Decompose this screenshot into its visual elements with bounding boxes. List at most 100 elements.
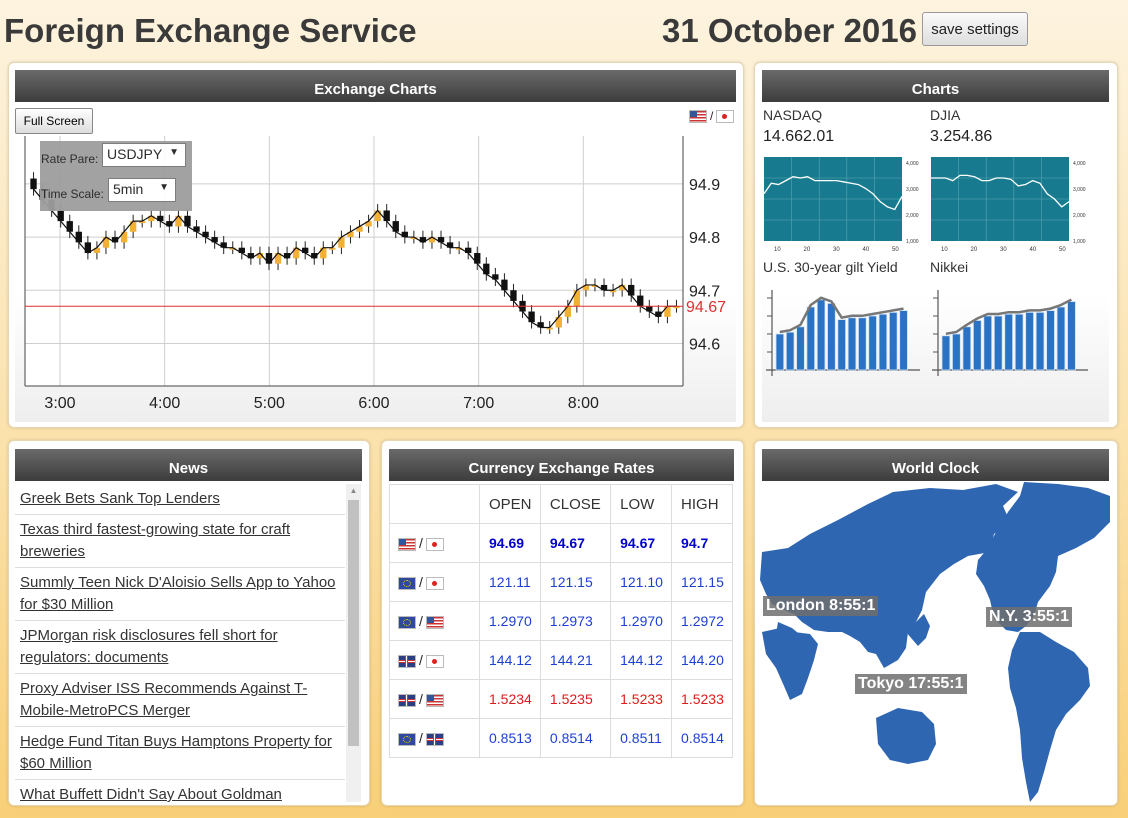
rate-high: 1.5233 — [671, 679, 733, 719]
rates-header-row: OPEN CLOSE LOW HIGH — [389, 484, 733, 524]
flag-us-icon — [398, 537, 416, 551]
news-link[interactable]: JPMorgan risk disclosures fell short for… — [20, 627, 278, 666]
rate-low: 94.67 — [610, 523, 673, 563]
nikkei-label: Nikkei — [930, 259, 969, 275]
rates-header-high: HIGH — [671, 484, 733, 524]
rate-pair-select[interactable]: USDJPY ▼ — [102, 143, 186, 167]
currency-pair: / — [389, 640, 480, 680]
news-scrollbar[interactable]: ▲ — [346, 484, 361, 802]
mini-bar — [858, 317, 867, 371]
rates-header-open: OPEN — [479, 484, 541, 524]
flag-jp-icon — [716, 110, 735, 124]
news-item: Summly Teen Nick D'Aloisio Sells App to … — [15, 568, 345, 621]
flag-eu-icon — [398, 732, 416, 746]
rate-high: 1.2972 — [671, 601, 733, 641]
candle-body — [628, 284, 635, 296]
rates-row: /144.12 144.21 144.12 144.20 — [389, 640, 733, 680]
news-item: Proxy Adviser ISS Recommends Against T-M… — [15, 674, 345, 727]
current-date: 31 October 2016 — [662, 12, 917, 49]
rates-table: OPEN CLOSE LOW HIGH /94.69 94.67 94.67 94.7… — [389, 484, 733, 758]
gilt-yield-chart — [766, 290, 920, 376]
news-item: JPMorgan risk disclosures fell short for… — [15, 621, 345, 674]
mini-bar — [1025, 312, 1034, 371]
rate-low: 121.10 — [610, 562, 673, 602]
rate-low: 1.2970 — [610, 601, 673, 641]
flag-us-icon — [425, 693, 444, 707]
rate-open: 121.11 — [479, 562, 541, 602]
news-link[interactable]: Proxy Adviser ISS Recommends Against T-M… — [20, 680, 307, 719]
currency-pair: / — [389, 523, 480, 563]
rate-low: 144.12 — [610, 640, 673, 680]
news-link[interactable]: What Buffett Didn't Say About Goldman — [20, 786, 282, 802]
scroll-up-arrow-icon[interactable]: ▲ — [346, 484, 361, 498]
candle-body — [528, 311, 535, 323]
news-link[interactable]: Hedge Fund Titan Buys Hamptons Property … — [20, 733, 332, 772]
rate-low: 0.8511 — [610, 718, 673, 758]
chart-controls: Rate Pare: USDJPY ▼ Time Scale: 5min ▼ — [40, 141, 192, 211]
djia-value: 3.254.86 — [930, 128, 993, 145]
mini-y-tick: 1,000 — [1073, 239, 1086, 245]
time-scale-select[interactable]: 5min ▼ — [108, 178, 176, 202]
flag-gb-icon — [425, 732, 444, 746]
mini-bar — [816, 299, 826, 371]
mini-bar — [899, 310, 908, 371]
mini-bar — [1046, 310, 1055, 371]
chevron-down-icon: ▼ — [169, 147, 179, 158]
time-scale-label: Time Scale: — [41, 187, 104, 201]
news-link[interactable]: Texas third fastest-growing state for cr… — [20, 521, 290, 560]
mini-y-tick: 4,000 — [1073, 161, 1086, 167]
mini-bar — [1056, 306, 1066, 371]
news-scroll-thumb[interactable] — [348, 500, 359, 746]
x-tick-label: 7:00 — [463, 395, 494, 412]
current-price-label: 94.67 — [686, 299, 726, 316]
mini-x-tick: 40 — [863, 247, 870, 253]
candle-body — [555, 316, 562, 328]
rate-open: 94.69 — [479, 523, 541, 563]
world-map — [760, 482, 1110, 802]
candle-body — [383, 210, 390, 222]
mini-y-tick: 2,000 — [906, 213, 919, 219]
x-tick-label: 6:00 — [358, 395, 389, 412]
news-item: Texas third fastest-growing state for cr… — [15, 515, 345, 568]
mini-bar — [868, 315, 877, 371]
rate-open: 1.2970 — [479, 601, 541, 641]
rates-row: /1.5234 1.5235 1.5233 1.5233 — [389, 679, 733, 719]
y-tick-label: 94.6 — [689, 336, 720, 353]
mini-x-tick: 30 — [1000, 247, 1007, 253]
rates-header-close: CLOSE — [539, 484, 612, 524]
mini-bar — [796, 326, 805, 371]
candle-body — [30, 178, 37, 190]
mini-bar — [1014, 313, 1024, 371]
mini-x-tick: 10 — [941, 247, 948, 253]
candle-body — [374, 210, 381, 222]
flag-gb-icon — [398, 693, 416, 707]
mini-bar — [993, 315, 1003, 371]
time-scale-value: 5min — [113, 181, 144, 197]
y-tick-label: 94.9 — [689, 177, 720, 194]
save-settings-button[interactable]: save settings — [922, 12, 1028, 46]
currency-pair: / — [389, 562, 480, 602]
x-tick-label: 3:00 — [44, 395, 75, 412]
mini-x-tick: 50 — [1059, 247, 1066, 253]
news-item: Greek Bets Sank Top Lenders — [15, 484, 345, 515]
mini-x-tick: 20 — [804, 247, 811, 253]
flag-gb-icon — [398, 654, 416, 668]
news-link[interactable]: Summly Teen Nick D'Aloisio Sells App to … — [20, 574, 336, 613]
news-link[interactable]: Greek Bets Sank Top Lenders — [20, 490, 220, 507]
chart-pair-flags: / — [689, 109, 735, 124]
full-screen-button[interactable]: Full Screen — [15, 108, 93, 134]
rates-header-pair — [389, 484, 480, 524]
candle-body — [66, 221, 73, 232]
flag-jp-icon — [425, 537, 444, 551]
candle-body — [510, 290, 517, 301]
mini-x-tick: 30 — [833, 247, 840, 253]
mini-bar — [878, 313, 888, 371]
candle-body — [184, 215, 191, 227]
mini-bar — [952, 333, 961, 371]
rates-row: /121.11 121.15 121.10 121.15 — [389, 562, 733, 602]
mini-bar — [1067, 301, 1076, 371]
nasdaq-value: 14.662.01 — [763, 128, 835, 145]
rate-high: 144.20 — [671, 640, 733, 680]
rate-high: 0.8514 — [671, 718, 733, 758]
mini-y-tick: 2,000 — [1073, 213, 1086, 219]
